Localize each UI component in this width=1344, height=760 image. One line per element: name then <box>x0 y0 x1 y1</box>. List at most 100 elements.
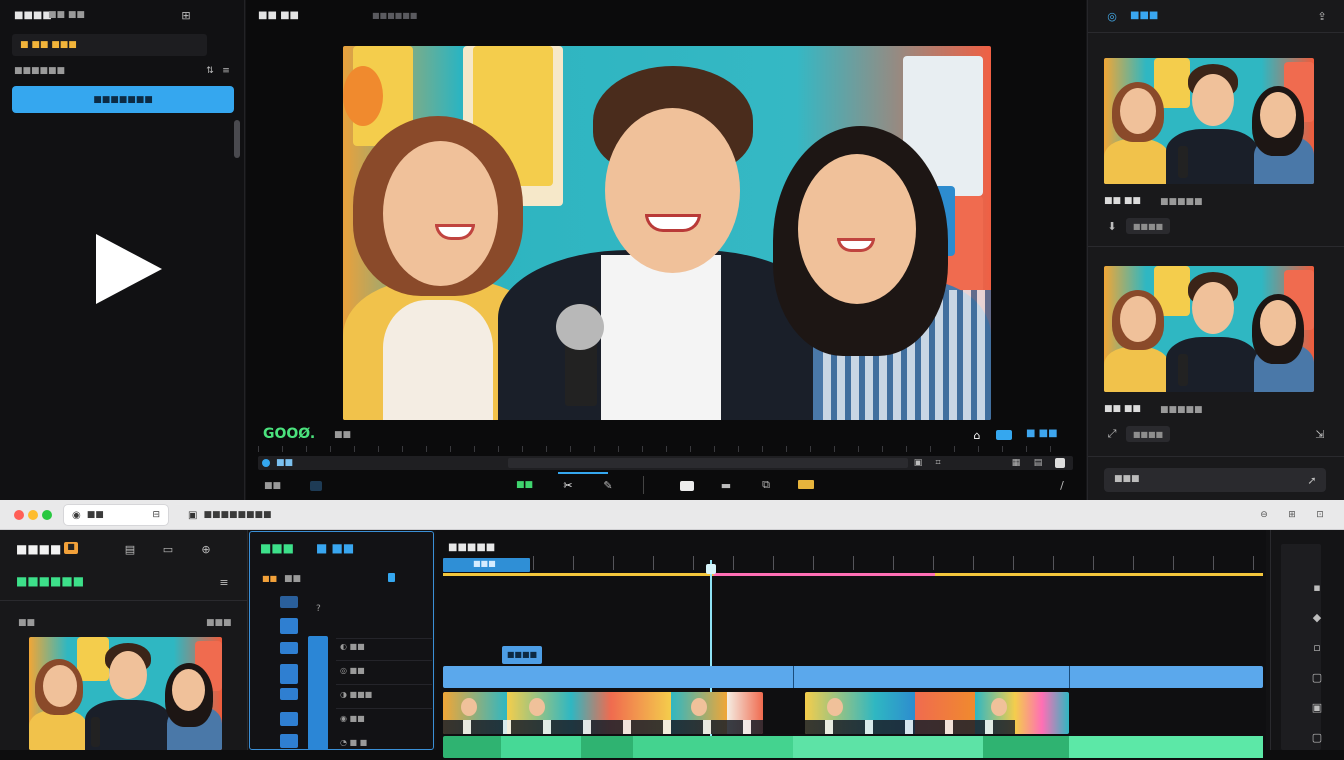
preview-subtitle: ■■■■■■ <box>372 11 418 20</box>
list-icon[interactable]: ▭ <box>160 542 176 556</box>
blade-icon[interactable]: ◆ <box>1309 610 1325 624</box>
fullscreen-icon[interactable] <box>1055 458 1065 468</box>
bookmark-icon[interactable] <box>388 573 395 582</box>
menu-icon[interactable]: ≡ <box>216 575 232 589</box>
flag-icon[interactable]: ▣ <box>1309 700 1325 714</box>
snap-icon[interactable]: ▤ <box>1030 456 1046 470</box>
pen-icon[interactable]: ✎ <box>600 478 616 492</box>
window-tab-1[interactable]: ◉ ■■ ⊟ <box>64 505 168 525</box>
left-panel-title: ■■■■ <box>14 10 52 21</box>
tab-close-icon[interactable]: ⊟ <box>152 510 160 520</box>
fit-icon[interactable]: ▣ <box>910 456 926 470</box>
audio-track-1[interactable] <box>443 736 1263 758</box>
pin-icon[interactable]: ⤢ <box>1104 427 1120 441</box>
timeline-title: ■■■■■ <box>448 542 496 553</box>
fx-row-label[interactable]: ◔ ■ ■ <box>340 738 367 747</box>
effects-tab-b[interactable]: ■■ <box>284 574 301 584</box>
bottom-input[interactable]: ■■■ <box>1104 468 1326 492</box>
home-icon[interactable]: ⌂ <box>969 428 985 442</box>
expand-icon[interactable]: ⇲ <box>1312 427 1328 441</box>
layout-icon[interactable]: ⊞ <box>178 8 194 22</box>
import-icon[interactable]: ▤ <box>122 542 138 556</box>
primary-action-button[interactable]: ■■■■■■■ <box>12 86 234 113</box>
color-icon[interactable] <box>798 480 814 489</box>
media-thumbnail[interactable] <box>29 637 222 750</box>
fx-row-label[interactable]: ◉ ■■ <box>340 714 365 723</box>
globe-icon[interactable]: ◎ <box>1104 9 1120 23</box>
copy-icon[interactable]: ⧉ <box>758 478 774 492</box>
editor-window: ■■■■ ■■ ■■ ⊞ ■ ■■ ■■■ ■■■■■■ ⇅ ≡ ■■■■■■■… <box>0 0 1344 500</box>
right-panel-title: ■■■ <box>1130 10 1159 21</box>
lock-icon[interactable]: ▢ <box>1309 730 1325 744</box>
scrubber-handle-icon[interactable] <box>262 459 270 467</box>
layers-icon[interactable]: ▬ <box>718 478 734 492</box>
thumbnail-1-chip[interactable]: ■■■■ <box>1126 218 1170 234</box>
fx-swatch[interactable] <box>280 712 298 726</box>
fx-row-label[interactable]: ◑ ■■■ <box>340 690 372 699</box>
thumbnail-2-chip[interactable]: ■■■■ <box>1126 426 1170 442</box>
play-icon[interactable] <box>96 234 162 304</box>
window-tab-2[interactable]: ▣ ■■■■■■■■ <box>180 505 290 525</box>
scrubber-range[interactable] <box>508 458 908 468</box>
fx-swatch[interactable] <box>280 618 298 634</box>
fx-swatch[interactable] <box>280 596 298 608</box>
share-icon[interactable]: ⇪ <box>1314 9 1330 23</box>
media-section-right: ■■■ <box>206 618 232 628</box>
frame-icon[interactable] <box>680 481 694 491</box>
preview-scrubber[interactable]: ■■ ▣ ⌗ ▦ ▤ <box>258 456 1073 470</box>
video-clip-2[interactable] <box>805 692 1069 734</box>
minimize-icon[interactable] <box>28 510 38 520</box>
video-preview[interactable] <box>343 46 991 420</box>
fx-row-label[interactable]: ◐ ■■ <box>340 642 365 651</box>
aspect-icon[interactable] <box>996 430 1012 440</box>
hand-icon[interactable]: ▫ <box>1309 640 1325 654</box>
pointer-icon[interactable]: ▪ <box>1309 580 1325 594</box>
grid-icon[interactable]: ▦ <box>1008 456 1024 470</box>
close-icon[interactable] <box>14 510 24 520</box>
slash-icon[interactable]: / <box>1054 478 1070 492</box>
preview-area: ■■ ■■ ■■■■■■ GOOØ. ■■ ⌂ ■ ■■ ■■ ▣ ⌗ ▦ ▤ … <box>246 0 1086 500</box>
download-icon[interactable]: ⬇ <box>1104 219 1120 233</box>
history-icon[interactable]: ⊖ <box>1256 508 1272 522</box>
zoom-readout[interactable]: ■ ■■ <box>1026 428 1058 439</box>
sort-icon[interactable]: ≡ <box>218 64 234 78</box>
effects-panel: ■■■ ■ ■■ ■■ ■■ ? ◐ ■■ ◎ ■■ ◑ ■■■ ◉ ■■ ◔ … <box>249 531 434 750</box>
timecode-suffix: ■■ <box>334 430 352 440</box>
thumbnail-2[interactable] <box>1104 266 1314 392</box>
settings-icon[interactable]: ⊡ <box>1312 508 1328 522</box>
timeline-ruler[interactable]: ■■■ <box>443 556 1263 574</box>
fx-row-label[interactable]: ◎ ■■ <box>340 666 365 675</box>
crop-icon[interactable]: ⌗ <box>930 456 946 470</box>
divider <box>1088 246 1344 247</box>
toolbar-chip-icon[interactable] <box>310 481 322 491</box>
tab-icon: ▣ <box>188 509 198 521</box>
video-clip-1[interactable] <box>443 692 763 734</box>
sidebar-icon[interactable]: ⊞ <box>1284 508 1300 522</box>
fx-swatch[interactable] <box>280 734 298 748</box>
filter-icon[interactable]: ⇅ <box>202 64 218 78</box>
section-label: ■■■■■■ <box>14 66 66 76</box>
media-subtitle: ■■■■■■ <box>16 574 85 588</box>
timecode: GOOØ. <box>263 426 316 442</box>
toolbar-green-label[interactable]: ■■ <box>516 480 533 490</box>
scissors-icon[interactable]: ✂ <box>560 478 576 492</box>
effects-tab-a[interactable]: ■■ <box>262 574 277 583</box>
preview-title: ■■ ■■ <box>258 10 299 21</box>
clip-tag[interactable]: ■■■■ <box>502 646 542 664</box>
zoom-icon[interactable]: ▢ <box>1309 670 1325 684</box>
toolbar-label: ■■ <box>264 481 282 491</box>
fx-swatch[interactable] <box>280 664 298 684</box>
record-icon[interactable]: ⊕ <box>198 542 214 556</box>
marker-range-bar[interactable] <box>443 573 1263 576</box>
maximize-icon[interactable] <box>42 510 52 520</box>
scrollbar[interactable] <box>234 120 240 158</box>
fx-swatch[interactable] <box>280 688 298 700</box>
fx-swatch[interactable] <box>280 642 298 654</box>
caption-track[interactable] <box>443 666 1263 688</box>
send-icon[interactable]: ➚ <box>1304 473 1320 487</box>
thumbnail-1[interactable] <box>1104 58 1314 184</box>
search-input[interactable]: ■ ■■ ■■■ <box>12 34 207 56</box>
ruler-ticks <box>533 556 1263 570</box>
playhead-handle-icon[interactable] <box>706 564 716 574</box>
fx-strip[interactable] <box>308 636 328 750</box>
